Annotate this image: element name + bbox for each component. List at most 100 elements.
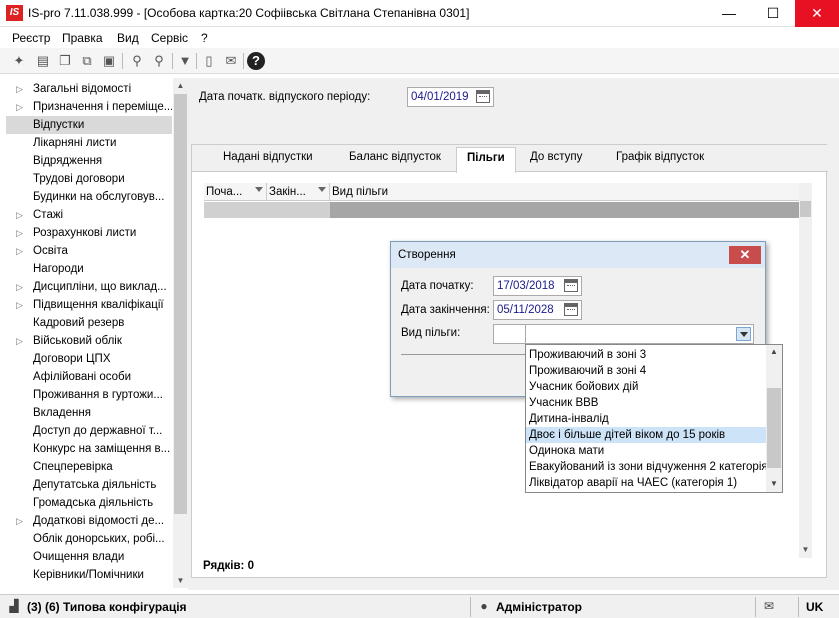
- grid-scrollbar[interactable]: ▼: [799, 183, 812, 558]
- benefit-code-field[interactable]: [494, 325, 526, 343]
- dropdown-option[interactable]: Проживаючий в зоні 3: [526, 347, 766, 363]
- scroll-up-icon[interactable]: ▲: [173, 78, 188, 93]
- expand-arrow-icon[interactable]: ▷: [16, 224, 23, 242]
- expand-arrow-icon[interactable]: ▷: [16, 206, 23, 224]
- expand-arrow-icon[interactable]: ▷: [16, 98, 23, 116]
- expand-arrow-icon[interactable]: ▷: [16, 332, 23, 350]
- sidebar-item[interactable]: ▷ Дисципліни, що виклад...: [6, 278, 172, 296]
- start-date-field[interactable]: 17/03/2018: [493, 276, 582, 296]
- menu-service[interactable]: Сервіс: [151, 31, 188, 45]
- find-icon[interactable]: ⚲: [128, 52, 146, 70]
- minimize-button[interactable]: —: [707, 0, 751, 27]
- benefit-type-select[interactable]: [493, 324, 754, 344]
- expand-arrow-icon[interactable]: ▷: [16, 296, 23, 314]
- dropdown-scrollbar[interactable]: ▲ ▼: [766, 345, 782, 492]
- sidebar-item[interactable]: Відпустки: [6, 116, 172, 134]
- column-filter-icon[interactable]: [255, 187, 263, 192]
- sidebar-item[interactable]: Облік донорських, робі...: [6, 530, 172, 548]
- sidebar-item[interactable]: Нагороди: [6, 260, 172, 278]
- sidebar-item[interactable]: Лікарняні листи: [6, 134, 172, 152]
- scroll-down-icon[interactable]: ▼: [766, 477, 782, 491]
- dialog-close-button[interactable]: ✕: [729, 246, 761, 264]
- sidebar-item[interactable]: Депутатська діяльність: [6, 476, 172, 494]
- sidebar-item[interactable]: Спецперевірка: [6, 458, 172, 476]
- column-end[interactable]: Закін...: [267, 183, 330, 201]
- pages-icon[interactable]: ⧉: [78, 52, 96, 70]
- document-icon[interactable]: ▯: [200, 52, 218, 70]
- help-icon[interactable]: ?: [247, 52, 265, 70]
- calendar-icon[interactable]: [564, 279, 578, 292]
- dropdown-option[interactable]: Одинока мати: [526, 443, 766, 459]
- tab-vacation-schedule[interactable]: Графік відпусток: [616, 151, 704, 163]
- tab-benefits[interactable]: Пільги: [456, 147, 516, 173]
- sidebar-scroll-thumb[interactable]: [174, 94, 187, 514]
- period-date-field[interactable]: 04/01/2019: [407, 87, 494, 107]
- dropdown-option[interactable]: Учасник ВВВ: [526, 395, 766, 411]
- column-start[interactable]: Поча...: [204, 183, 267, 201]
- sidebar-item[interactable]: Громадська діяльність: [6, 494, 172, 512]
- scroll-up-icon[interactable]: ▲: [766, 345, 782, 359]
- menu-registry[interactable]: Реєстр: [12, 31, 50, 45]
- sidebar-item[interactable]: Афілійовані особи: [6, 368, 172, 386]
- column-benefit-type[interactable]: Вид пільги: [330, 183, 799, 201]
- sidebar-item-label: Вкладення: [33, 407, 91, 419]
- grid-scroll-thumb[interactable]: [800, 201, 811, 217]
- sidebar-item[interactable]: ▷ Освіта: [6, 242, 172, 260]
- dropdown-option[interactable]: Двоє і більше дітей віком до 15 років: [526, 427, 766, 443]
- sidebar-item[interactable]: Відрядження: [6, 152, 172, 170]
- language-status[interactable]: UK: [806, 600, 823, 614]
- filter-icon[interactable]: ▼: [176, 52, 194, 70]
- sidebar-item[interactable]: Проживання в гуртожи...: [6, 386, 172, 404]
- menu-view[interactable]: Вид: [117, 31, 139, 45]
- column-filter-icon[interactable]: [318, 187, 326, 192]
- dropdown-option[interactable]: Дитина-інвалід: [526, 411, 766, 427]
- dropdown-option[interactable]: Учасник бойових дій: [526, 379, 766, 395]
- sidebar-item[interactable]: ▷ Додаткові відомості де...: [6, 512, 172, 530]
- table-row[interactable]: [204, 202, 799, 218]
- dropdown-option[interactable]: Ліквідатор аварії на ЧАЕС (категорія 1): [526, 475, 766, 491]
- copy-icon[interactable]: ▤: [34, 52, 52, 70]
- sidebar-item[interactable]: Вкладення: [6, 404, 172, 422]
- expand-arrow-icon[interactable]: ▷: [16, 512, 23, 530]
- sidebar-item[interactable]: Очищення влади: [6, 548, 172, 566]
- sidebar-item[interactable]: ▷ Підвищення кваліфікації: [6, 296, 172, 314]
- calendar-icon[interactable]: [476, 90, 490, 103]
- scroll-down-icon[interactable]: ▼: [173, 573, 188, 588]
- menu-help[interactable]: ?: [201, 31, 208, 45]
- duplicate-icon[interactable]: ❐: [56, 52, 74, 70]
- find-next-icon[interactable]: ⚲: [150, 52, 168, 70]
- dropdown-option[interactable]: Проживаючий в зоні 4: [526, 363, 766, 379]
- sidebar-item[interactable]: Трудові договори: [6, 170, 172, 188]
- sidebar-item[interactable]: Кадровий резерв: [6, 314, 172, 332]
- sidebar-item[interactable]: ▷ Призначення і переміще...: [6, 98, 172, 116]
- sidebar-item[interactable]: Конкурс на заміщення в...: [6, 440, 172, 458]
- sidebar-item[interactable]: ▷ Загальні відомості: [6, 80, 172, 98]
- new-doc-icon[interactable]: ✦: [10, 52, 28, 70]
- mail-icon[interactable]: ✉: [761, 599, 777, 613]
- menu-edit[interactable]: Правка: [62, 31, 103, 45]
- sidebar-item[interactable]: ▷ Військовий облік: [6, 332, 172, 350]
- dropdown-option[interactable]: Евакуйований із зони відчуження 2 катего…: [526, 459, 768, 475]
- maximize-button[interactable]: ☐: [751, 0, 795, 27]
- sidebar-item[interactable]: Доступ до державної т...: [6, 422, 172, 440]
- dropdown-scroll-thumb[interactable]: [767, 388, 781, 468]
- sidebar-item[interactable]: ▷ Стажі: [6, 206, 172, 224]
- sidebar-scrollbar[interactable]: ▲ ▼: [173, 78, 188, 588]
- tab-before-entry[interactable]: До вступу: [530, 151, 582, 163]
- scroll-down-icon[interactable]: ▼: [799, 543, 812, 557]
- tab-granted-vacations[interactable]: Надані відпустки: [223, 151, 313, 163]
- expand-arrow-icon[interactable]: ▷: [16, 80, 23, 98]
- tab-vacation-balance[interactable]: Баланс відпусток: [349, 151, 441, 163]
- expand-arrow-icon[interactable]: ▷: [16, 242, 23, 260]
- delete-icon[interactable]: ▣: [100, 52, 118, 70]
- sidebar-item[interactable]: ▷ Розрахункові листи: [6, 224, 172, 242]
- mail-icon[interactable]: ✉: [222, 52, 240, 70]
- sidebar-item[interactable]: Договори ЦПХ: [6, 350, 172, 368]
- sidebar-item[interactable]: Будинки на обслуговув...: [6, 188, 172, 206]
- end-date-field[interactable]: 05/11/2028: [493, 300, 582, 320]
- expand-arrow-icon[interactable]: ▷: [16, 278, 23, 296]
- calendar-icon[interactable]: [564, 303, 578, 316]
- close-window-button[interactable]: ✕: [795, 0, 839, 27]
- sidebar-item[interactable]: Керівники/Помічники: [6, 566, 172, 584]
- chevron-down-icon[interactable]: [736, 327, 751, 341]
